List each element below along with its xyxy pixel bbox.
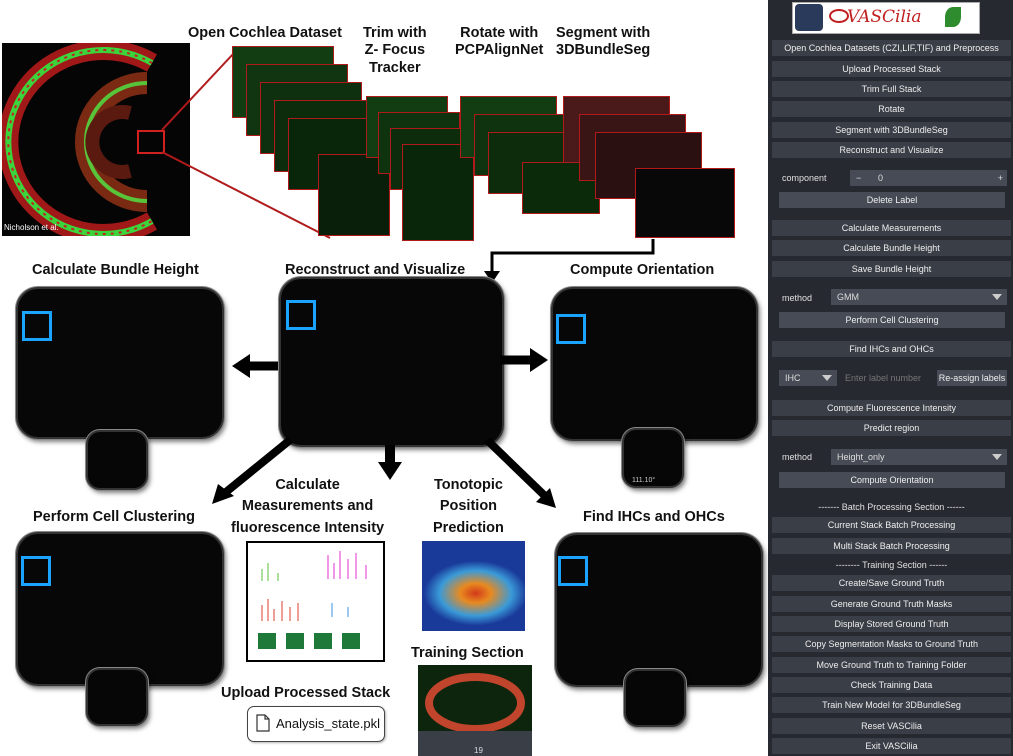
logo-icon xyxy=(795,4,823,31)
orientation-button[interactable]: Compute Orientation xyxy=(779,472,1005,488)
training-header: -------- Training Section ------ xyxy=(835,560,948,570)
label-number-input[interactable] xyxy=(841,370,933,386)
logo-eye-icon xyxy=(829,9,849,23)
train-model-button[interactable]: Train New Model for 3DBundleSeg xyxy=(772,697,1011,713)
component-label: component xyxy=(782,173,827,183)
training-image xyxy=(418,665,532,733)
measurement-charts xyxy=(258,551,367,649)
reconstruct-button[interactable]: Reconstruct and Visualize xyxy=(772,142,1011,158)
copy-masks-button[interactable]: Copy Segmentation Masks to Ground Truth xyxy=(772,636,1011,652)
inset-ihc-ohc xyxy=(624,669,686,727)
reassign-button[interactable]: Re-assign labels xyxy=(937,370,1007,386)
method-select-value: GMM xyxy=(837,292,859,302)
cluster-button[interactable]: Perform Cell Clustering xyxy=(779,312,1005,328)
logo-leaf-icon xyxy=(945,7,961,27)
slider-value: 19 xyxy=(474,746,483,755)
component-plus[interactable]: + xyxy=(998,170,1003,186)
component-spinbox[interactable]: − 0 + xyxy=(850,170,1007,186)
label-upload: Upload Processed Stack xyxy=(221,685,391,701)
file-icon xyxy=(256,714,270,732)
label-tonotopic: Tonotopic Position Prediction xyxy=(433,477,504,536)
tonotopic-heatmap xyxy=(422,541,525,631)
find-ihc-ohc-button[interactable]: Find IHCs and OHCs xyxy=(772,341,1011,357)
tile-ihc-ohc xyxy=(555,533,763,687)
exit-button[interactable]: Exit VASCilia xyxy=(772,738,1011,754)
trim-stack-button[interactable]: Trim Full Stack xyxy=(772,81,1011,97)
training-toolbar[interactable]: 19 xyxy=(418,731,532,756)
method-select-2[interactable]: Height_only xyxy=(831,449,1007,465)
segment-button[interactable]: Segment with 3DBundleSeg xyxy=(772,122,1011,138)
file-name: Analysis_state.pkl xyxy=(276,716,381,731)
measurements-panel xyxy=(246,541,385,662)
selection-box xyxy=(558,556,588,586)
rotate-button[interactable]: Rotate xyxy=(772,101,1011,117)
display-ground-truth-button[interactable]: Display Stored Ground Truth xyxy=(772,616,1011,632)
method-select[interactable]: GMM xyxy=(831,289,1007,305)
calc-bundle-height-button[interactable]: Calculate Bundle Height xyxy=(772,240,1011,256)
method-select-2-value: Height_only xyxy=(837,452,885,462)
label-measurements: Calculate Measurements and fluorescence … xyxy=(231,477,385,536)
batch-header: ------- Batch Processing Section ------ xyxy=(818,502,965,512)
method-label-2: method xyxy=(782,452,813,462)
upload-stack-button[interactable]: Upload Processed Stack xyxy=(772,61,1011,77)
create-ground-truth-button[interactable]: Create/Save Ground Truth xyxy=(772,575,1011,591)
chevron-down-icon xyxy=(992,294,1002,300)
multi-batch-button[interactable]: Multi Stack Batch Processing xyxy=(772,538,1011,554)
open-datasets-button[interactable]: Open Cochlea Datasets (CZI,LIF,TIF) and … xyxy=(772,40,1011,56)
fluorescence-button[interactable]: Compute Fluorescence Intensity xyxy=(772,400,1011,416)
chevron-down-icon xyxy=(992,454,1002,460)
label-training: Training Section xyxy=(411,645,524,661)
chevron-down-icon xyxy=(822,375,832,381)
inset-clustering xyxy=(86,668,148,726)
delete-label-button[interactable]: Delete Label xyxy=(779,192,1005,208)
vascilia-logo: VASCilia xyxy=(792,2,980,34)
logo-text: VASCilia xyxy=(847,7,922,27)
ihc-select-value: IHC xyxy=(785,373,801,383)
component-minus[interactable]: − xyxy=(856,170,861,186)
move-ground-truth-button[interactable]: Move Ground Truth to Training Folder xyxy=(772,657,1011,673)
file-chip[interactable]: Analysis_state.pkl xyxy=(247,706,385,742)
save-bundle-height-button[interactable]: Save Bundle Height xyxy=(772,261,1011,277)
check-training-button[interactable]: Check Training Data xyxy=(772,677,1011,693)
ihc-select[interactable]: IHC xyxy=(779,370,837,386)
label-clustering: Perform Cell Clustering xyxy=(33,509,195,525)
generate-masks-button[interactable]: Generate Ground Truth Masks xyxy=(772,596,1011,612)
current-batch-button[interactable]: Current Stack Batch Processing xyxy=(772,517,1011,533)
predict-region-button[interactable]: Predict region xyxy=(772,420,1011,436)
method-label: method xyxy=(782,293,813,303)
component-value: 0 xyxy=(878,173,884,183)
calc-measurements-button[interactable]: Calculate Measurements xyxy=(772,220,1011,236)
reset-button[interactable]: Reset VASCilia xyxy=(772,718,1011,734)
selection-box xyxy=(21,556,51,586)
label-ihc-ohc: Find IHCs and OHCs xyxy=(583,509,725,525)
tile-clustering xyxy=(16,532,224,686)
